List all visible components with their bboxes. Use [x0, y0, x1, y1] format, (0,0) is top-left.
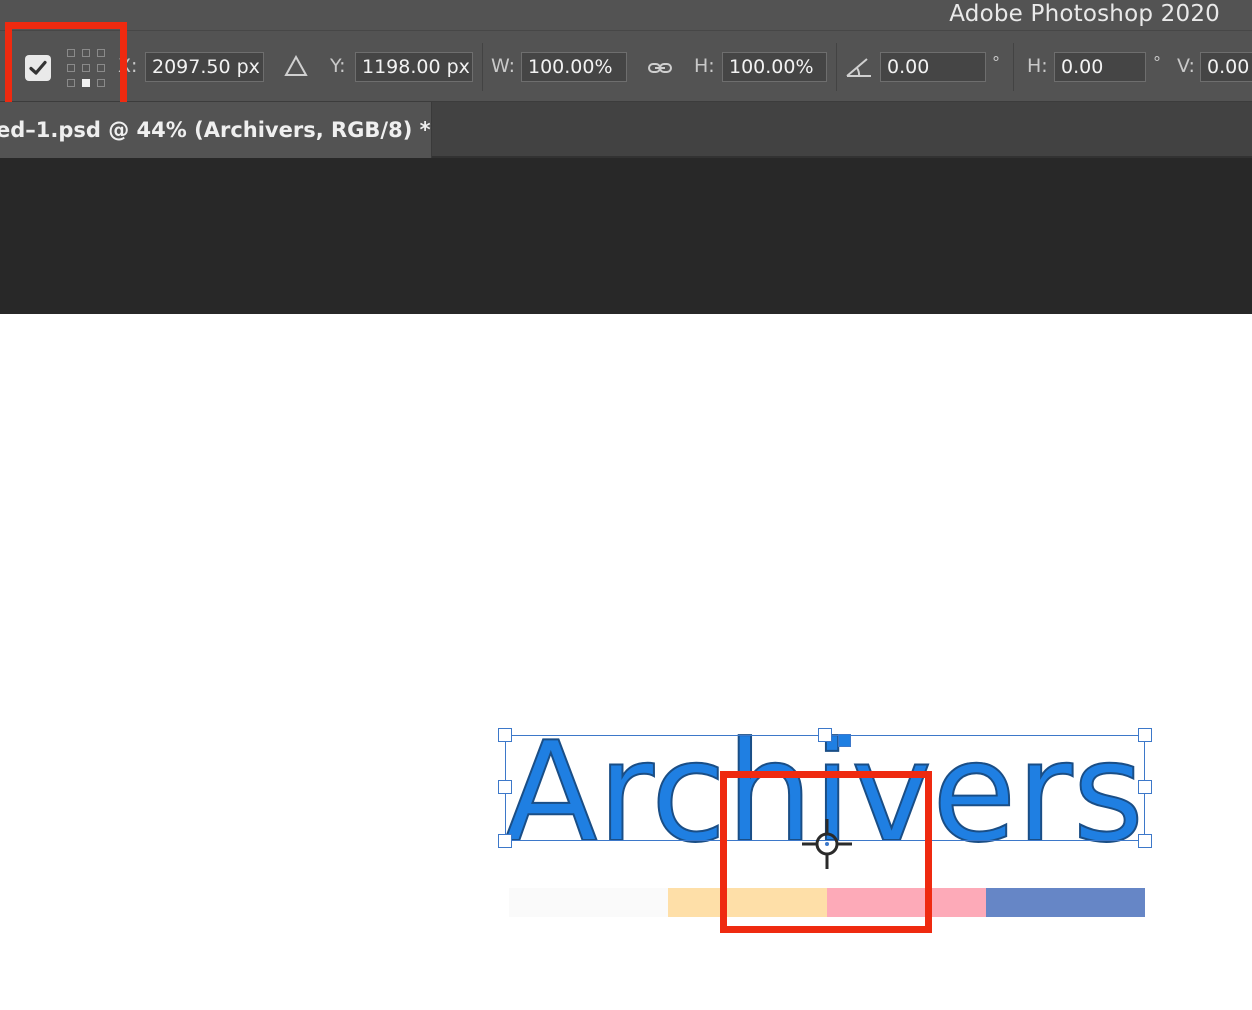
rotate-angle-field[interactable]: 0.00	[880, 52, 986, 82]
transform-handle[interactable]	[498, 728, 512, 742]
degree-unit: °	[992, 53, 1000, 72]
transform-handle[interactable]	[818, 728, 832, 742]
title-bar: Adobe Photoshop 2020	[0, 0, 1252, 30]
skew-horizontal-field[interactable]: 0.00	[1054, 52, 1146, 82]
document-tab-title: ed–1.psd @ 44% (Archivers, RGB/8) *	[0, 118, 431, 142]
skew-vertical-field[interactable]: 0.00	[1200, 52, 1252, 82]
transform-handle[interactable]	[1138, 728, 1152, 742]
transform-handle[interactable]	[1138, 834, 1152, 848]
app-title: Adobe Photoshop 2020	[949, 1, 1220, 27]
delta-icon[interactable]	[284, 55, 308, 77]
skew-v-label: V:	[1177, 55, 1195, 77]
y-label: Y:	[330, 55, 346, 77]
divider	[482, 43, 483, 91]
y-position-field[interactable]: 1198.00 px	[355, 52, 473, 82]
highlight-annotation	[5, 22, 127, 111]
highlight-annotation	[720, 771, 932, 933]
document-tab[interactable]: ed–1.psd @ 44% (Archivers, RGB/8) *	[0, 102, 432, 158]
transform-handle[interactable]	[498, 834, 512, 848]
divider	[1013, 43, 1014, 91]
palette-swatch	[986, 888, 1145, 917]
options-bar: X: 2097.50 px Y: 1198.00 px W: 100.00% H…	[0, 22, 1252, 111]
document-tab-bar: ed–1.psd @ 44% (Archivers, RGB/8) *	[0, 102, 1252, 158]
document-canvas[interactable]: Archivers	[0, 314, 1252, 1010]
x-position-field[interactable]: 2097.50 px	[145, 52, 264, 82]
width-field[interactable]: 100.00%	[521, 52, 627, 82]
w-label: W:	[491, 55, 516, 77]
link-icon[interactable]	[647, 60, 673, 76]
skew-h-label: H:	[1027, 55, 1048, 77]
h-label: H:	[694, 55, 715, 77]
transform-handle[interactable]	[498, 780, 512, 794]
transform-handle[interactable]	[1138, 780, 1152, 794]
pasteboard	[0, 158, 1252, 314]
rotate-angle-icon	[846, 58, 871, 77]
degree-unit: °	[1153, 53, 1161, 72]
rotation-handle[interactable]	[838, 734, 851, 747]
height-field[interactable]: 100.00%	[722, 52, 827, 82]
divider	[836, 43, 837, 91]
palette-swatch	[509, 888, 668, 917]
